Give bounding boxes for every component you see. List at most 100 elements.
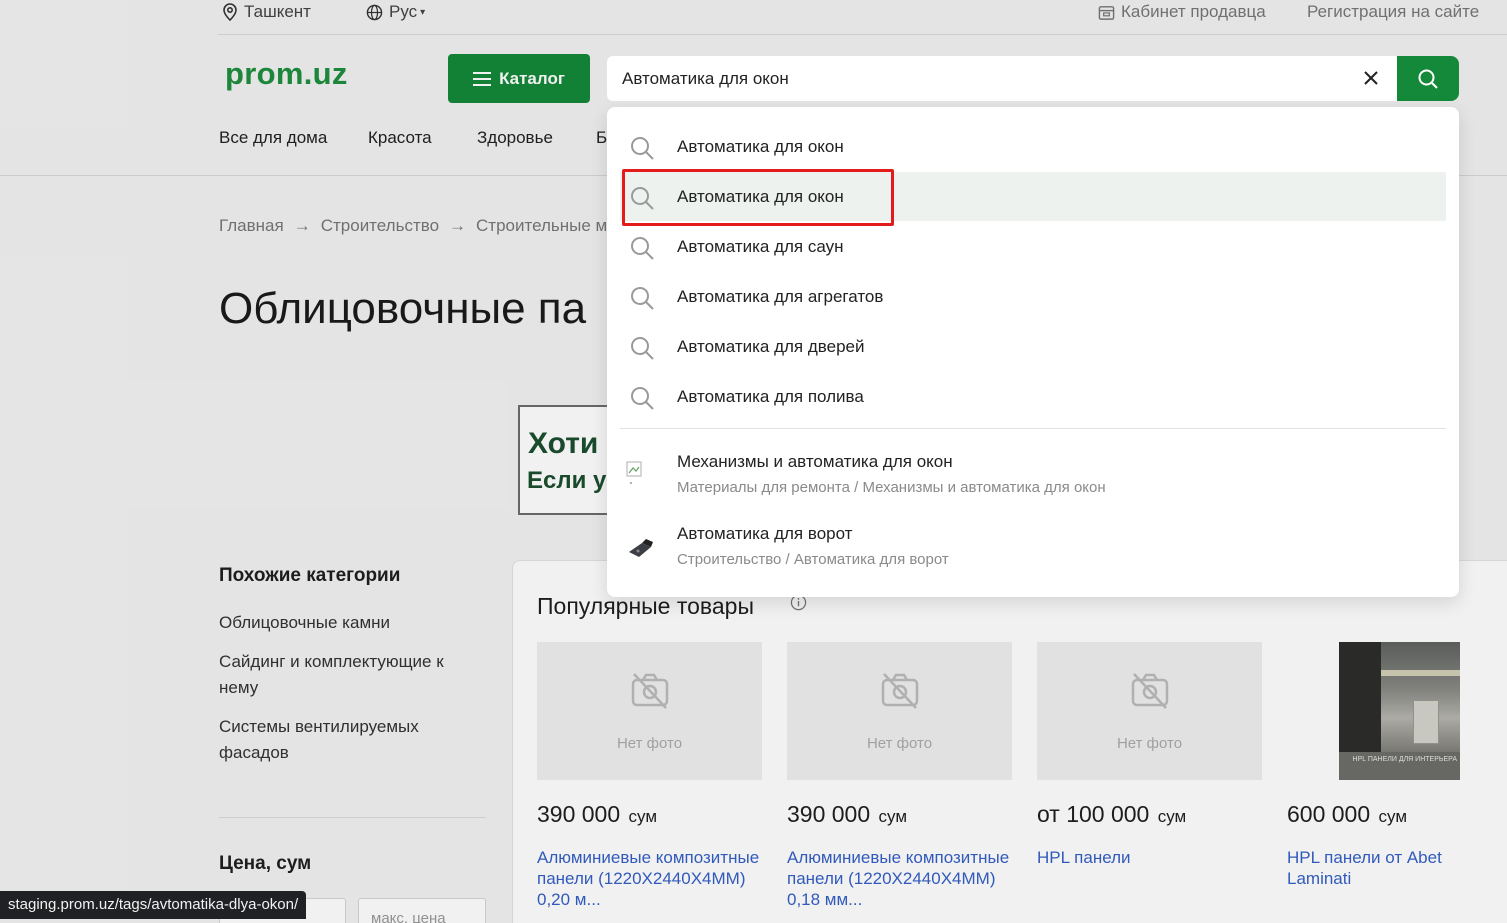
search-icon	[631, 387, 654, 410]
topbar-divider	[218, 34, 1507, 35]
photo-door	[1413, 700, 1439, 744]
category-title: Автоматика для ворот	[677, 524, 853, 543]
category-title: Механизмы и автоматика для окон	[677, 452, 953, 471]
price-filter-title: Цена, сум	[219, 853, 312, 874]
search-icon	[631, 287, 654, 310]
catalog-button[interactable]: Каталог	[448, 54, 590, 103]
nav-item-more[interactable]: Б	[596, 128, 607, 148]
seller-cabinet-label: Кабинет продавца	[1121, 2, 1266, 21]
site-logo[interactable]: prom.uz	[225, 56, 348, 92]
similar-category-link[interactable]: Сайдинг и комплектующие к нему	[219, 649, 479, 701]
language-selector[interactable]: Рус ▾	[366, 2, 425, 22]
seller-cabinet-link[interactable]: Кабинет продавца	[1098, 2, 1266, 22]
suggestion-text: Автоматика для полива	[677, 386, 864, 406]
nav-item-health[interactable]: Здоровье	[477, 128, 553, 148]
search-icon	[631, 237, 654, 260]
popular-products-title: Популярные товары	[537, 593, 754, 619]
language-label: Рус	[389, 2, 418, 21]
menu-icon	[473, 71, 492, 86]
no-photo-icon	[881, 673, 919, 709]
product-price: 390 000 сум	[537, 801, 657, 828]
suggestion-item[interactable]: Автоматика для окон	[620, 122, 1446, 171]
no-photo-label: Нет фото	[1116, 735, 1183, 752]
product-price: 390 000 сум	[787, 801, 907, 828]
banner-headline: Хоти	[528, 427, 599, 460]
city-label: Ташкент	[244, 2, 311, 21]
suggestion-text: Автоматика для дверей	[677, 336, 865, 356]
breadcrumb-construction[interactable]: Строительство	[321, 216, 439, 236]
no-photo-label: Нет фото	[866, 735, 933, 752]
category-path: Строительство / Автоматика для ворот	[677, 551, 949, 568]
register-link[interactable]: Регистрация на сайте	[1307, 2, 1479, 22]
sidebar-divider	[219, 817, 486, 818]
no-photo-icon	[1131, 673, 1169, 709]
search-icon	[631, 337, 654, 360]
no-photo-icon	[631, 673, 669, 709]
suggestion-item[interactable]: Автоматика для полива	[620, 372, 1446, 421]
photo-caption: HPL ПАНЕЛИ ДЛЯ ИНТЕРЬЕРА	[1352, 756, 1457, 763]
product-image-placeholder[interactable]: Нет фото	[537, 642, 762, 780]
product-name-link[interactable]: HPL панели	[1037, 847, 1262, 868]
breadcrumb-home[interactable]: Главная	[219, 216, 284, 236]
close-icon	[1364, 71, 1378, 85]
arrow-right-icon: →	[293, 216, 311, 235]
search-icon	[1418, 69, 1438, 89]
search-input[interactable]: Автоматика для окон	[607, 56, 1399, 101]
globe-icon	[366, 4, 383, 20]
location-pin-icon	[223, 3, 237, 21]
search-input-value: Автоматика для окон	[622, 68, 789, 88]
category-suggestion[interactable]: Автоматика для ворот Строительство / Авт…	[620, 524, 1446, 588]
breadcrumb-building-materials[interactable]: Строительные мат	[476, 216, 624, 236]
product-image-placeholder[interactable]: Нет фото	[1037, 642, 1262, 780]
chevron-down-icon: ▾	[420, 6, 426, 18]
suggestion-item[interactable]: Автоматика для саун	[620, 222, 1446, 271]
price-currency: сум	[1378, 807, 1408, 826]
price-value: от 100 000	[1037, 801, 1150, 827]
breadcrumb: Главная → Строительство → Строительные м…	[219, 216, 624, 236]
page-title: Облицовочные па	[219, 284, 587, 333]
suggestion-item[interactable]: Автоматика для агрегатов	[620, 272, 1446, 321]
product-image-placeholder[interactable]: Нет фото	[787, 642, 1012, 780]
similar-categories-title: Похожие категории	[219, 565, 401, 586]
suggestion-text: Автоматика для окон	[677, 136, 844, 156]
suggestion-text: Автоматика для агрегатов	[677, 286, 884, 306]
category-path: Материалы для ремонта / Механизмы и авто…	[677, 479, 1106, 496]
price-value: 600 000	[1287, 801, 1371, 827]
price-currency: сум	[628, 807, 658, 826]
suggestion-text: Автоматика для саун	[677, 236, 844, 256]
product-name-link[interactable]: Алюминиевые композитные панели (1220X244…	[537, 847, 762, 910]
nav-item-beauty[interactable]: Красота	[368, 128, 432, 148]
product-name-link[interactable]: HPL панели от Abet Laminati	[1287, 847, 1487, 889]
product-name-link[interactable]: Алюминиевые композитные панели (1220X244…	[787, 847, 1012, 910]
nav-item-home[interactable]: Все для дома	[219, 128, 327, 148]
search-icon	[631, 137, 654, 160]
price-value: 390 000	[537, 801, 621, 827]
product-price: 600 000 сум	[1287, 801, 1407, 828]
product-photo[interactable]: HPL ПАНЕЛИ ДЛЯ ИНТЕРЬЕРА	[1339, 642, 1460, 780]
category-suggestion[interactable]: Механизмы и автоматика для окон Материал…	[620, 452, 1446, 516]
banner-subline: Если у	[527, 467, 607, 494]
promo-banner[interactable]: Хоти Если у	[518, 405, 618, 515]
clear-search-button[interactable]	[1357, 64, 1385, 92]
broken-image-icon	[626, 461, 642, 484]
cabinet-icon	[1098, 5, 1115, 20]
photo-light	[1381, 670, 1460, 676]
search-submit-button[interactable]	[1397, 56, 1459, 101]
register-label: Регистрация на сайте	[1307, 2, 1480, 21]
similar-category-link[interactable]: Системы вентилируемых фасадов	[219, 714, 449, 766]
suggestion-item[interactable]: Автоматика для дверей	[620, 322, 1446, 371]
price-value: 390 000	[787, 801, 871, 827]
dropdown-divider	[620, 428, 1446, 429]
similar-category-link[interactable]: Облицовочные камни	[219, 610, 479, 636]
price-currency: сум	[878, 807, 908, 826]
no-photo-label: Нет фото	[616, 735, 683, 752]
arrow-right-icon: →	[449, 216, 467, 235]
price-max-field[interactable]: макс. цена	[358, 898, 486, 923]
city-selector[interactable]: Ташкент	[222, 2, 311, 22]
selection-highlight-box	[622, 169, 894, 226]
price-currency: сум	[1157, 807, 1187, 826]
catalog-label: Каталог	[499, 68, 565, 88]
product-price: от 100 000 сум	[1037, 801, 1186, 828]
status-bar-url: staging.prom.uz/tags/avtomatika-dlya-oko…	[0, 891, 307, 919]
gate-remote-icon	[629, 539, 653, 557]
